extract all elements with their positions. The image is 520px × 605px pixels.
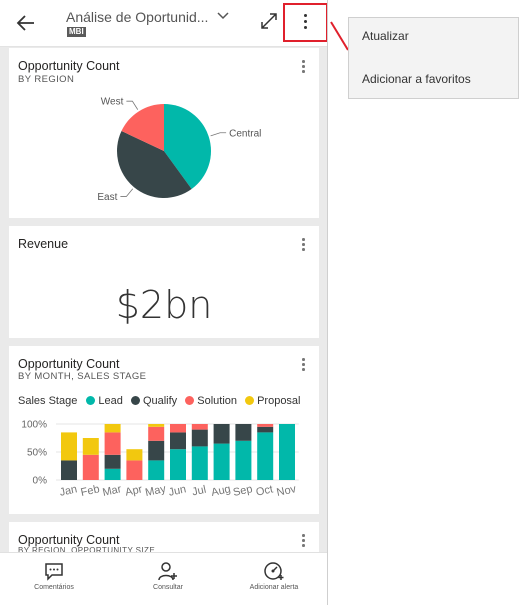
menu-item-refresh[interactable]: Atualizar: [362, 29, 409, 43]
options-menu: Atualizar Adicionar a favoritos: [348, 17, 519, 99]
menu-item-add-favorite[interactable]: Adicionar a favoritos: [362, 72, 471, 86]
